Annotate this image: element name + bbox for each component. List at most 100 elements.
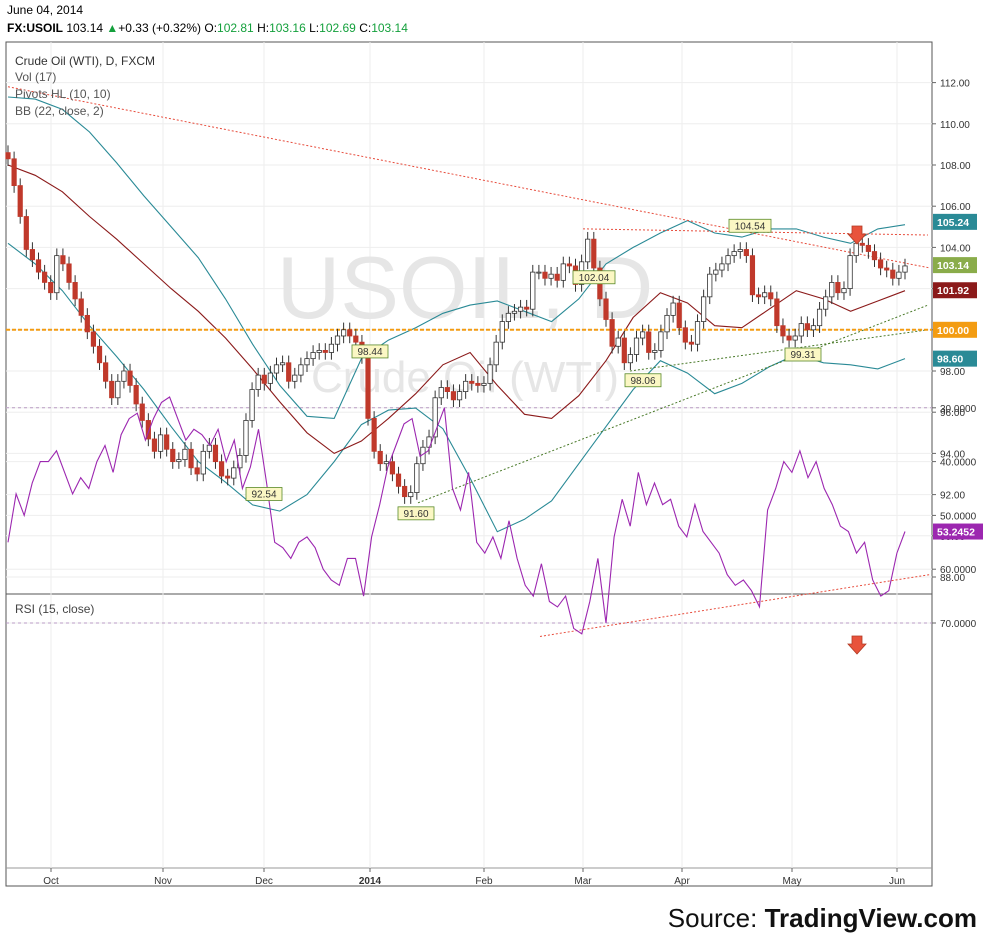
support-trendline-2 bbox=[629, 329, 929, 372]
rsi-tick-label: 40.0000 bbox=[940, 458, 977, 469]
candle-body bbox=[694, 321, 701, 345]
candle-body bbox=[762, 292, 768, 298]
price-tick-label: 104.00 bbox=[940, 243, 971, 254]
candle-body bbox=[353, 335, 359, 343]
candle-body bbox=[676, 302, 682, 329]
candle-body bbox=[54, 255, 60, 294]
candle-body bbox=[499, 321, 505, 343]
candle-body bbox=[609, 319, 615, 347]
candle-body bbox=[755, 294, 762, 298]
candle-body bbox=[456, 391, 463, 401]
rsi-tick-label: 50.0000 bbox=[940, 511, 977, 522]
candle-body bbox=[890, 269, 896, 279]
rsi-tick-label: 70.0000 bbox=[940, 619, 977, 630]
candle-body bbox=[871, 251, 878, 261]
candle-body bbox=[377, 450, 383, 465]
candle-body bbox=[823, 296, 829, 310]
candle-body bbox=[103, 362, 109, 382]
time-tick-label: Nov bbox=[154, 876, 172, 887]
time-tick-label: Apr bbox=[674, 876, 690, 887]
candle-body bbox=[133, 385, 139, 405]
price-tick-label: 108.00 bbox=[940, 161, 971, 172]
candle-body bbox=[884, 267, 890, 271]
candle-body bbox=[896, 271, 902, 279]
candle-body bbox=[810, 325, 817, 331]
candle-body bbox=[902, 265, 908, 273]
candle-body bbox=[517, 306, 524, 312]
candle-body bbox=[627, 354, 634, 364]
time-tick-label: Feb bbox=[475, 876, 493, 887]
signal-markers bbox=[847, 225, 867, 655]
candle-body bbox=[42, 271, 48, 283]
candle-body bbox=[48, 282, 54, 294]
candle-body bbox=[334, 335, 341, 345]
pivot-label: 92.54 bbox=[251, 489, 276, 500]
candle-body bbox=[383, 461, 389, 465]
chart-canvas[interactable]: USOIL, D Crude Oil (WTI) 92.54 98.44 91.60… bbox=[0, 0, 991, 900]
chart-frame bbox=[5, 41, 933, 887]
candle-body bbox=[212, 444, 219, 463]
rsi-tick-label: 60.0000 bbox=[940, 565, 977, 576]
candle-body bbox=[157, 434, 164, 452]
candle-body bbox=[560, 263, 566, 281]
candle-body bbox=[475, 382, 481, 386]
candle-body bbox=[804, 323, 810, 331]
candle-body bbox=[200, 450, 206, 475]
candle-body bbox=[719, 263, 725, 271]
pivot-label: 99.31 bbox=[790, 350, 815, 361]
legend-title: Crude Oil (WTI), D, FXCM bbox=[15, 54, 155, 68]
legend-pivots: Pivots HL (10, 10) bbox=[15, 87, 111, 101]
candle-body bbox=[548, 273, 554, 279]
candle-body bbox=[182, 448, 188, 460]
candle-body bbox=[243, 420, 249, 456]
candle-body bbox=[853, 242, 859, 257]
candle-body bbox=[225, 475, 231, 479]
candle-body bbox=[188, 448, 194, 469]
candle-body bbox=[530, 271, 536, 310]
candle-body bbox=[5, 152, 11, 160]
candle-body bbox=[255, 374, 261, 390]
candle-body bbox=[17, 185, 23, 217]
candle-body bbox=[877, 259, 884, 269]
candle-body bbox=[786, 335, 792, 341]
candle-body bbox=[463, 380, 469, 392]
candle-body bbox=[536, 271, 542, 274]
candle-body bbox=[511, 310, 518, 314]
candle-body bbox=[707, 273, 713, 298]
candle-body bbox=[218, 461, 225, 477]
price-tag-label: 100.00 bbox=[937, 325, 969, 337]
source-credit: Source: TradingView.com bbox=[668, 903, 977, 934]
candle-body bbox=[505, 312, 511, 322]
candle-body bbox=[66, 263, 72, 283]
candle-body bbox=[389, 461, 396, 475]
axes: 112.00110.00108.00106.00104.00102.00100.… bbox=[43, 79, 983, 887]
candle-body bbox=[164, 434, 170, 450]
candle-body bbox=[633, 337, 640, 355]
candle-body bbox=[835, 282, 841, 294]
candle-body bbox=[670, 302, 676, 316]
candle-body bbox=[731, 251, 737, 257]
candle-body bbox=[371, 417, 377, 452]
candle-body bbox=[316, 349, 322, 353]
candle-body bbox=[640, 331, 646, 339]
candle-body bbox=[713, 269, 719, 275]
rsi-tick-label: 30.0000 bbox=[940, 404, 977, 415]
legend-vol: Vol (17) bbox=[15, 70, 56, 84]
candle-body bbox=[176, 459, 182, 463]
candle-body bbox=[121, 370, 127, 382]
down-arrow-icon bbox=[847, 225, 867, 245]
time-tick-label: Oct bbox=[43, 876, 59, 887]
candle-body bbox=[780, 325, 786, 337]
legend-rsi: RSI (15, close) bbox=[15, 602, 94, 616]
grid bbox=[6, 42, 932, 868]
candle-body bbox=[206, 444, 212, 452]
candle-body bbox=[35, 259, 42, 273]
time-tick-label: Jun bbox=[889, 876, 905, 887]
candle-body bbox=[273, 364, 280, 374]
candle-body bbox=[591, 238, 597, 269]
candle-body bbox=[487, 364, 493, 384]
rsi-tag-label: 53.2452 bbox=[937, 527, 975, 539]
candle-body bbox=[115, 380, 121, 399]
candle-body bbox=[438, 387, 444, 399]
candle-body bbox=[78, 298, 84, 316]
